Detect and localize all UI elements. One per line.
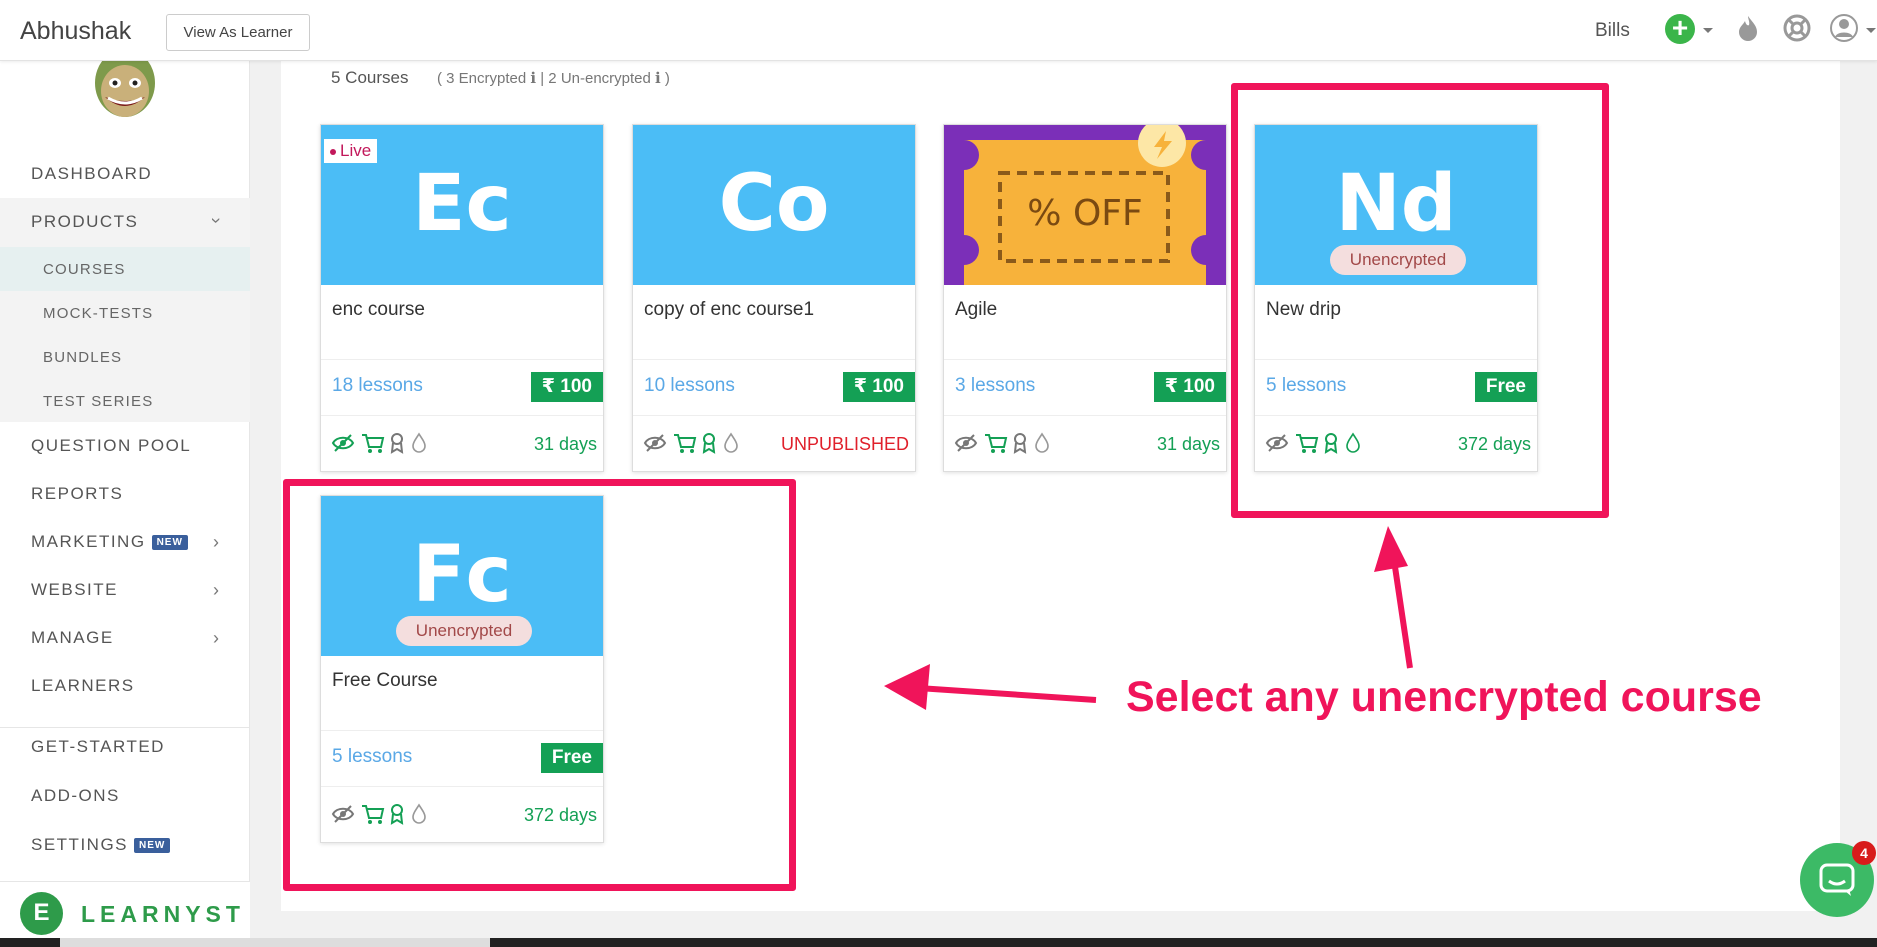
nav-bundles[interactable]: BUNDLES	[43, 349, 122, 366]
nav-marketing[interactable]: MARKETING NEW	[31, 532, 188, 552]
chevron-right-icon[interactable]: ›	[213, 628, 219, 649]
validity-days: 31 days	[1156, 434, 1220, 454]
live-label: Live	[340, 141, 372, 160]
price-badge: ₹ 100	[530, 372, 603, 402]
course-initials: Co	[718, 159, 830, 249]
course-title[interactable]: Agile	[955, 299, 997, 321]
highlight-box	[283, 479, 796, 891]
encryption-summary: ( 3 Encrypted ℹ | 2 Un-encrypted ℹ )	[437, 70, 670, 87]
top-bar: Abhushak View As Learner Bills +	[0, 0, 1877, 61]
course-initials: Ec	[412, 159, 512, 249]
cart-icon	[674, 434, 697, 453]
course-thumbnail[interactable]: Ec Live	[321, 125, 603, 285]
live-dot-icon	[330, 148, 336, 155]
divider	[944, 415, 1226, 416]
new-badge: NEW	[151, 535, 188, 551]
divider	[321, 415, 603, 416]
course-card[interactable]: % OFF Agile 3 lessons ₹ 100 31 days	[943, 124, 1227, 472]
course-thumbnail[interactable]: % OFF	[944, 125, 1226, 285]
logo-text: LEARNYST	[81, 901, 245, 927]
certificate-icon	[390, 433, 404, 454]
chat-icon	[1819, 863, 1855, 896]
chevron-down-icon[interactable]	[1703, 28, 1713, 33]
course-count: 5 Courses	[331, 68, 409, 87]
cart-icon	[362, 434, 385, 453]
nav-website[interactable]: WEBSITE	[31, 580, 118, 600]
price-badge: ₹ 100	[1153, 372, 1226, 402]
nav-reports[interactable]: REPORTS	[31, 484, 123, 504]
logo-letter: E	[33, 899, 50, 926]
divider	[944, 359, 1226, 360]
drip-icon	[412, 432, 426, 453]
cart-icon	[985, 434, 1008, 453]
flame-icon[interactable]	[1733, 13, 1763, 43]
validity-days: 31 days	[533, 434, 597, 454]
nav-settings-label: SETTINGS	[31, 835, 129, 854]
annotation-callout: Select any unencrypted course	[1126, 673, 1762, 721]
visibility-hidden-icon	[954, 434, 978, 452]
taskbar-strip-light	[60, 938, 490, 947]
nav-marketing-label: MARKETING	[31, 532, 146, 551]
divider	[321, 359, 603, 360]
bills-link[interactable]: Bills	[1595, 20, 1630, 42]
chevron-down-icon[interactable]	[1866, 28, 1876, 33]
add-icon[interactable]: +	[1665, 14, 1695, 44]
course-card[interactable]: Ec Live enc course 18 lessons ₹ 100 31 d…	[320, 124, 604, 472]
drip-icon	[1035, 432, 1049, 453]
nav-mock-tests[interactable]: MOCK-TESTS	[43, 305, 153, 322]
help-lifebuoy-icon[interactable]	[1782, 13, 1812, 43]
course-card[interactable]: Co copy of enc course1 10 lessons ₹ 100 …	[632, 124, 916, 472]
nav-dashboard[interactable]: DASHBOARD	[31, 164, 152, 184]
chevron-right-icon[interactable]: ›	[213, 580, 219, 601]
user-avatar-icon[interactable]	[1829, 13, 1859, 43]
highlight-box	[1231, 83, 1609, 518]
course-title[interactable]: copy of enc course1	[644, 299, 814, 321]
certificate-icon	[1013, 433, 1027, 454]
nav-test-series[interactable]: TEST SERIES	[43, 393, 153, 410]
unpublished-status: UNPUBLISHED	[780, 434, 909, 454]
divider	[633, 359, 915, 360]
certificate-icon	[702, 433, 716, 454]
nav-add-ons[interactable]: ADD-ONS	[31, 786, 120, 806]
nav-get-started[interactable]: GET-STARTED	[31, 737, 165, 757]
nav-courses[interactable]: COURSES	[43, 261, 126, 278]
divider	[633, 415, 915, 416]
price-badge: ₹ 100	[842, 372, 915, 402]
nav-learners[interactable]: LEARNERS	[31, 676, 135, 696]
course-title[interactable]: enc course	[332, 299, 425, 321]
nav-settings[interactable]: SETTINGS NEW	[31, 835, 171, 855]
coupon-text: % OFF	[1027, 193, 1143, 234]
lesson-count[interactable]: 10 lessons	[644, 375, 735, 397]
visibility-hidden-icon	[331, 434, 355, 452]
view-as-learner-button[interactable]: View As Learner	[166, 14, 310, 51]
nav-products[interactable]: PRODUCTS	[31, 212, 138, 232]
account-avatar[interactable]	[88, 61, 162, 119]
learnyst-logo-mark: E	[20, 892, 63, 935]
lesson-count[interactable]: 18 lessons	[332, 375, 423, 397]
visibility-hidden-icon	[643, 434, 667, 452]
nav-manage[interactable]: MANAGE	[31, 628, 114, 648]
chevron-down-icon[interactable]: ›	[206, 218, 227, 224]
nav-question-pool[interactable]: QUESTION POOL	[31, 436, 191, 456]
live-badge: Live	[324, 139, 378, 163]
brand-name[interactable]: Abhushak	[20, 17, 131, 46]
sidebar: DASHBOARD PRODUCTS › COURSES MOCK-TESTS …	[0, 61, 250, 947]
sidebar-divider	[0, 727, 250, 728]
new-badge: NEW	[134, 838, 171, 854]
course-thumbnail[interactable]: Co	[633, 125, 915, 285]
drip-icon	[724, 432, 738, 453]
chat-unread-badge: 4	[1852, 841, 1876, 865]
chevron-right-icon[interactable]: ›	[213, 532, 219, 553]
lesson-count[interactable]: 3 lessons	[955, 375, 1035, 397]
